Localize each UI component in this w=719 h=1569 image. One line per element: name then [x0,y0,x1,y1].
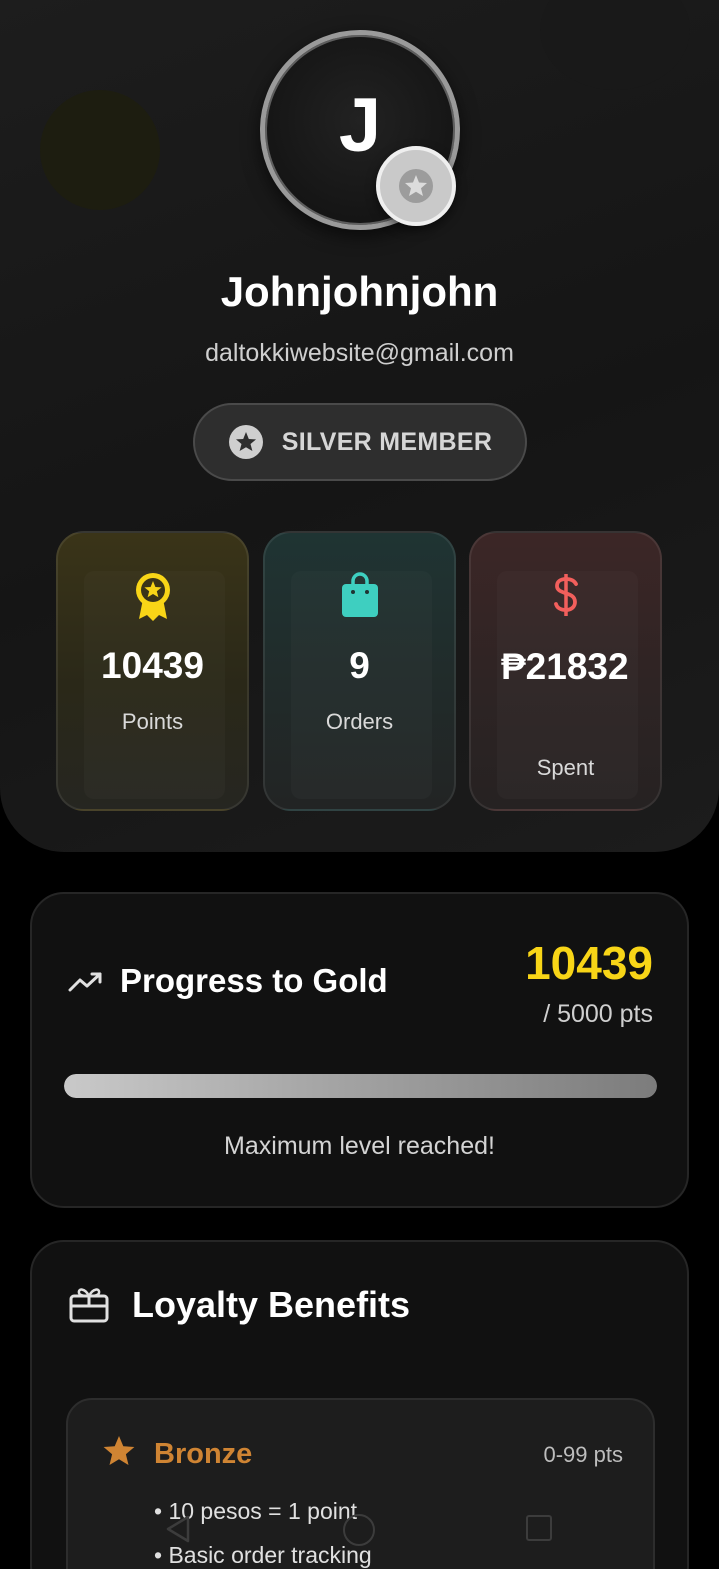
decorative-circle [540,0,690,90]
nav-recents-icon[interactable] [526,1515,552,1541]
progress-bar [64,1074,657,1098]
points-stat-card[interactable]: 10439 Points [56,531,249,811]
tier-badge-icon [376,146,456,226]
avatar-initial: J [338,82,382,168]
nav-home-icon[interactable] [343,1514,375,1546]
dollar-icon [471,571,660,623]
nav-back-icon[interactable] [164,1514,192,1544]
profile-name: Johnjohnjohn [220,268,499,315]
profile-email: daltokkiwebsite@gmail.com [205,339,514,367]
profile-header: J Johnjohnjohn daltokkiwebsite@gmail.com… [0,0,719,852]
spent-label: Spent [536,755,595,780]
gift-icon [69,1288,109,1323]
progress-status: Maximum level reached! [224,1132,495,1160]
orders-stat-card[interactable]: 9 Orders [263,531,456,811]
tier-range: 0-99 pts [543,1442,624,1467]
membership-tier-label: SILVER MEMBER [281,427,493,456]
orders-label: Orders [325,709,394,734]
points-label: Points [121,709,184,734]
orders-value: 9 [349,645,370,686]
shopping-bag-icon [265,571,454,623]
spent-value: ₱21832 [501,646,629,687]
progress-goal: / 5000 pts [543,1000,653,1028]
points-value: 10439 [101,645,204,686]
tier-benefit-item: • Basic order tracking [154,1542,372,1568]
trending-up-icon [68,972,102,992]
spent-stat-card[interactable]: ₱21832 Spent [469,531,662,811]
progress-bar-fill [64,1074,657,1098]
progress-current-points: 10439 [525,937,653,989]
star-circle-icon [228,425,263,459]
benefits-title: Loyalty Benefits [132,1284,411,1325]
progress-card: Progress to Gold 10439 / 5000 pts Maximu… [30,892,689,1208]
award-icon [58,571,247,623]
decorative-circle [40,90,160,210]
membership-tier-badge: SILVER MEMBER [193,403,527,481]
tier-name: Bronze [154,1438,253,1470]
progress-title: Progress to Gold [120,962,388,999]
star-icon [103,1436,135,1465]
